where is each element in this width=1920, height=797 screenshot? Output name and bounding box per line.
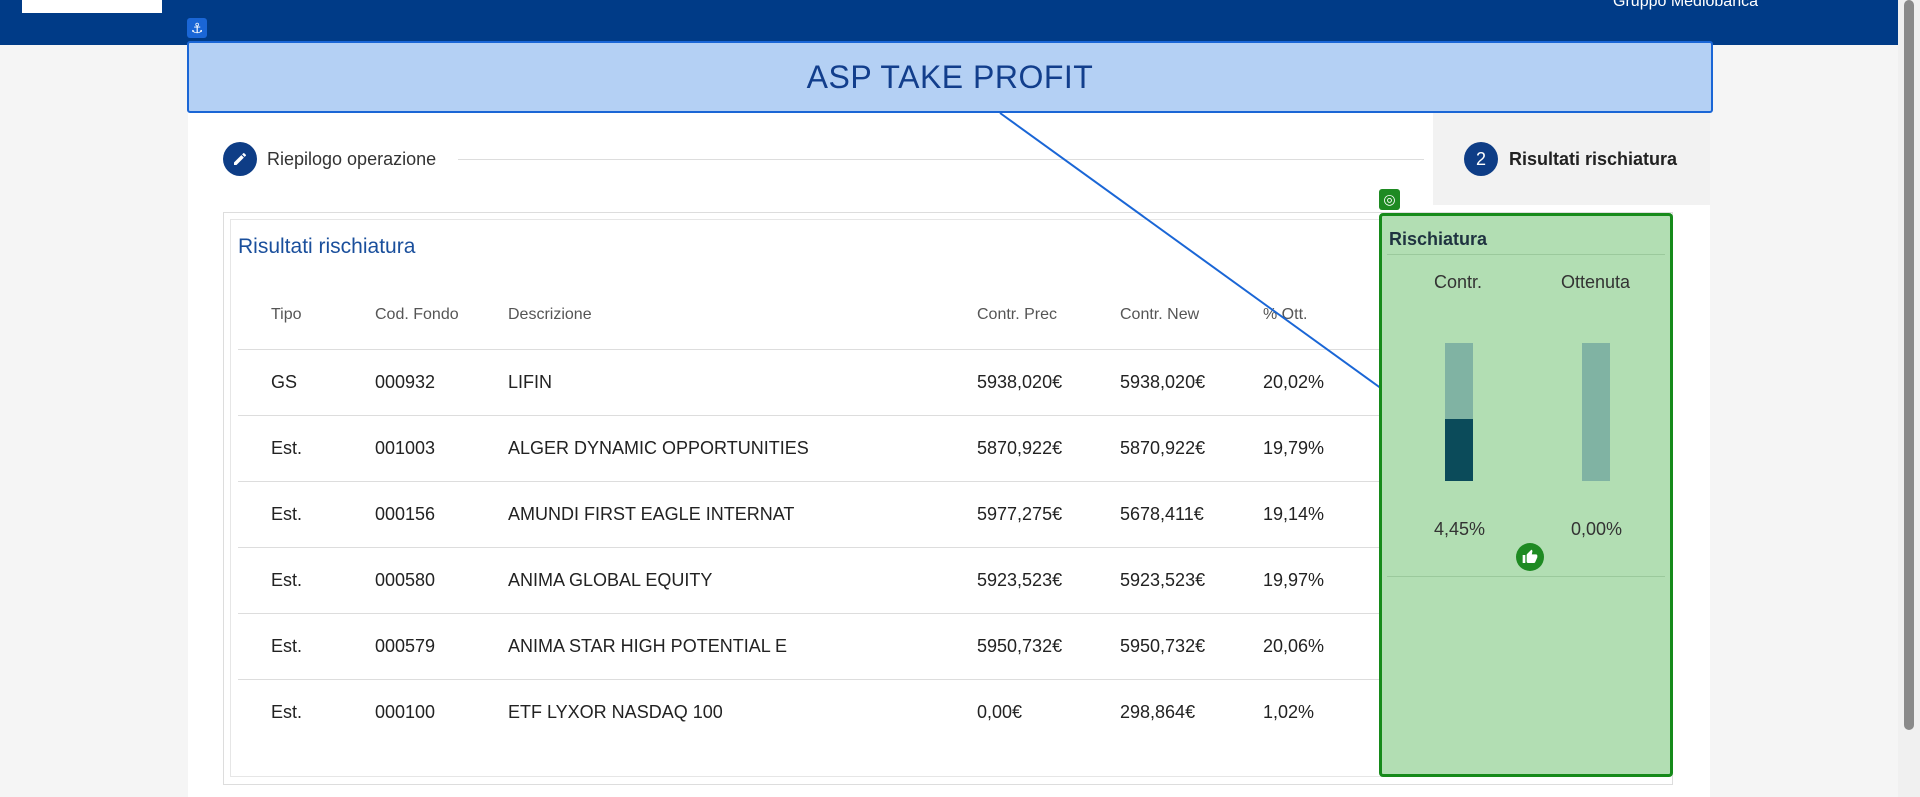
- cell-descrizione: ALGER DYNAMIC OPPORTUNITIES: [475, 415, 944, 482]
- logo[interactable]: [22, 0, 162, 13]
- cell-tipo: Est.: [238, 547, 342, 614]
- cell-cod-fondo: 000579: [342, 613, 475, 680]
- column-header-cod-fondo: Cod. Fondo: [342, 281, 475, 350]
- cell-tipo: Est.: [271, 701, 303, 722]
- top-header-bar: Gruppo Mediobanca: [0, 0, 1898, 45]
- ottenuta-bar: [1582, 343, 1610, 481]
- rischiatura-title: Rischiatura: [1389, 229, 1488, 249]
- column-header-tipo: Tipo: [238, 281, 342, 350]
- cell-contr-prec: 5950,732€: [944, 613, 1087, 680]
- cell-cod-fondo: 001003: [342, 415, 475, 482]
- annotation-title: ASP TAKE PROFIT: [187, 41, 1713, 113]
- table-row[interactable]: Est. 000579 ANIMA STAR HIGH POTENTIAL E 595…: [238, 613, 1438, 680]
- contr-value: 4,45%: [1434, 519, 1486, 539]
- cell-contr-new: 5923,523€: [1087, 547, 1230, 614]
- column-header-contr-new: Contr. New: [1087, 281, 1230, 350]
- step2-number[interactable]: 2: [1464, 142, 1498, 176]
- cell-tipo: GS: [238, 349, 342, 416]
- cell-contr-prec: 5938,020€: [944, 349, 1087, 416]
- results-table: Tipo Cod. Fondo Descrizione Contr. Prec …: [238, 281, 1438, 745]
- rischiatura-box: Rischiatura Contr. Ottenuta 4,45% 0,00%: [1379, 213, 1673, 777]
- cell-descrizione: LIFIN: [475, 349, 944, 416]
- cell-descrizione: ETF LYXOR NASDAQ 100: [508, 701, 723, 722]
- cell-cod-fondo: 000156: [342, 481, 475, 548]
- ottenuta-label: Ottenuta: [1561, 272, 1631, 292]
- table-row[interactable]: Est. 001003 ALGER DYNAMIC OPPORTUNITIES 587…: [238, 415, 1438, 482]
- cell-contr-new: 298,864€: [1120, 701, 1196, 722]
- stepper: Riepilogo operazione 2 Risultati rischia…: [188, 113, 1710, 205]
- rischiatura-divider-bottom: [1387, 576, 1665, 577]
- cell-descrizione: AMUNDI FIRST EAGLE INTERNAT: [475, 481, 944, 548]
- contr-bar-fill: [1445, 418, 1473, 481]
- brand-text: Gruppo Mediobanca: [1613, 0, 1758, 10]
- cell-cod-fondo: 000580: [342, 547, 475, 614]
- step1-label[interactable]: Riepilogo operazione: [267, 149, 436, 169]
- cell-contr-prec: 0,00€: [977, 701, 1023, 722]
- cell-tipo: Est.: [238, 481, 342, 548]
- column-header-contr-prec: Contr. Prec: [944, 281, 1087, 350]
- cell-cod-fondo: 000932: [342, 349, 475, 416]
- thumbs-up-icon: [1516, 543, 1544, 571]
- edit-step-icon[interactable]: [223, 142, 257, 176]
- cell-contr-new: 5870,922€: [1087, 415, 1230, 482]
- cell-contr-new: 5950,732€: [1087, 613, 1230, 680]
- ottenuta-value: 0,00%: [1571, 519, 1623, 539]
- results-title: Risultati rischiatura: [238, 235, 416, 258]
- cell-contr-prec: 5923,523€: [944, 547, 1087, 614]
- cell-descrizione: ANIMA STAR HIGH POTENTIAL E: [475, 613, 944, 680]
- cell-contr-prec: 5870,922€: [944, 415, 1087, 482]
- step2-label[interactable]: Risultati rischiatura: [1509, 149, 1677, 169]
- cell-contr-new: 5678,411€: [1087, 481, 1230, 548]
- cell-cod-fondo: 000100: [375, 701, 436, 722]
- table-row[interactable]: Est. 000156 AMUNDI FIRST EAGLE INTERNAT 597…: [238, 481, 1438, 548]
- cell-contr-new: 5938,020€: [1087, 349, 1230, 416]
- cell-descrizione: ANIMA GLOBAL EQUITY: [475, 547, 944, 614]
- column-header-descrizione: Descrizione: [475, 281, 944, 350]
- table-row[interactable]: Est. 000100 ETF LYXOR NASDAQ 100 0,00€ 298,8…: [238, 679, 1438, 745]
- anchor-icon: ⚓: [187, 18, 207, 38]
- target-icon: ◎: [1379, 189, 1400, 210]
- page-scrollbar[interactable]: [1898, 0, 1920, 797]
- cell-contr-prec: 5977,275€: [944, 481, 1087, 548]
- stepper-connector-line: [458, 159, 1424, 160]
- table-row[interactable]: GS 000932 LIFIN 5938,020€ 5938,020€ 20,02%: [238, 349, 1438, 416]
- table-row[interactable]: Est. 000580 ANIMA GLOBAL EQUITY 5923,523€ 59…: [238, 547, 1438, 614]
- contr-label: Contr.: [1434, 272, 1483, 292]
- scrollbar-thumb[interactable]: [1904, 0, 1914, 730]
- rischiatura-divider-top: [1387, 254, 1665, 255]
- cell-tipo: Est.: [238, 613, 342, 680]
- cell-tipo: Est.: [238, 415, 342, 482]
- table-header-row: Tipo Cod. Fondo Descrizione Contr. Prec …: [238, 281, 1438, 350]
- contr-bar: [1445, 343, 1473, 481]
